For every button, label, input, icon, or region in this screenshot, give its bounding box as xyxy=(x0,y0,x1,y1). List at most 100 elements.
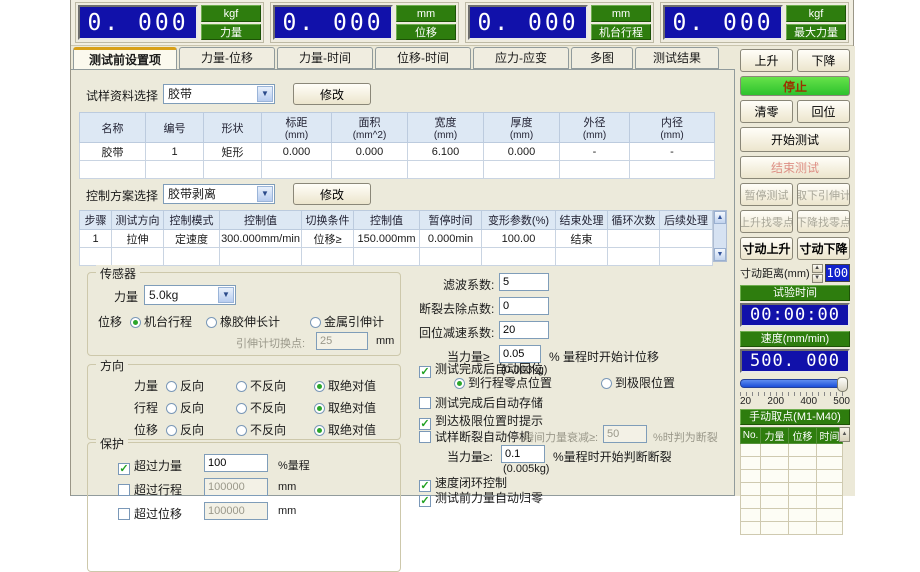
chevron-down-icon[interactable]: ▼ xyxy=(218,287,234,303)
radio-icon xyxy=(310,317,321,328)
opt-auto-save[interactable]: 测试完成后自动存储 xyxy=(419,394,543,411)
break-stop-input[interactable] xyxy=(603,425,647,443)
ext-switch-label: 引伸计切换点: xyxy=(236,335,305,351)
control-table-scrollbar[interactable]: ▲ ▼ xyxy=(713,210,727,262)
radio-machine-stroke[interactable]: 机台行程 xyxy=(130,313,192,330)
end-test-button[interactable]: 结束测试 xyxy=(740,156,850,179)
control-select-combo[interactable]: 胶带剥离 ▼ xyxy=(163,184,275,204)
radio-rubber-extensometer[interactable]: 橡胶伸长计 xyxy=(206,313,280,330)
sample-select-combo[interactable]: 胶带 ▼ xyxy=(163,84,275,104)
remove-extensometer-button[interactable]: 取下引伸计 xyxy=(797,183,850,206)
clear-zero-button[interactable]: 清零 xyxy=(740,100,793,123)
scroll-down-icon[interactable]: ▼ xyxy=(714,248,726,261)
protect-over-force[interactable]: ✓超过力量 xyxy=(118,457,182,475)
jog-up-button[interactable]: 寸动上升 xyxy=(740,237,793,260)
dir-disp-no-reverse[interactable]: 不反向 xyxy=(236,421,286,438)
break-stop-mid: 瞬间力量衰减≥: xyxy=(523,429,598,445)
opt-break-stop[interactable]: 试样断裂自动停机 xyxy=(419,428,531,445)
return-decel-input[interactable] xyxy=(499,321,549,339)
ext-switch-input[interactable] xyxy=(316,332,368,350)
pause-test-button[interactable]: 暂停测试 xyxy=(740,183,793,206)
dir-force-label: 力量 xyxy=(134,377,158,394)
force-sensor-combo[interactable]: 5.0kg ▼ xyxy=(144,285,236,305)
radio-selected-icon xyxy=(314,403,325,414)
stroke-display-group: 0. 000 mm 机台行程 xyxy=(465,2,654,43)
slider-thumb[interactable] xyxy=(837,377,848,392)
radio-return-limit[interactable]: 到极限位置 xyxy=(601,374,675,391)
tab-pretest-settings[interactable]: 测试前设置项 xyxy=(73,47,177,70)
slider-track[interactable] xyxy=(740,379,844,388)
manual-table-row xyxy=(741,470,843,483)
control-modify-button[interactable]: 修改 xyxy=(293,183,371,205)
tab-multi-chart[interactable]: 多图 xyxy=(571,47,633,69)
col-loop-count: 循环次数 xyxy=(608,211,660,230)
tab-force-displacement[interactable]: 力量-位移 xyxy=(179,47,275,69)
chevron-down-icon[interactable]: ▼ xyxy=(257,86,273,102)
sample-table-row[interactable]: 胶带1矩形 0.0000.0006.100 0.000-- xyxy=(80,143,715,161)
dir-stroke-no-reverse[interactable]: 不反向 xyxy=(236,399,286,416)
col-disp: 位移 xyxy=(789,428,817,444)
col-inner-dia: 内径(mm) xyxy=(630,113,715,143)
protect-over-stroke[interactable]: 超过行程 xyxy=(118,481,182,498)
checkbox-icon xyxy=(118,484,130,496)
protect-over-disp[interactable]: 超过位移 xyxy=(118,505,182,522)
col-thickness: 厚度(mm) xyxy=(484,113,560,143)
checkbox-checked-icon: ✓ xyxy=(419,495,431,507)
control-table: 步骤 测试方向 控制模式 控制值 切换条件 控制值 暂停时间 变形参数(%) 结… xyxy=(79,210,713,266)
sample-modify-button[interactable]: 修改 xyxy=(293,83,371,105)
manual-points-table: No. 力量 位移 时间 xyxy=(740,427,843,535)
start-test-button[interactable]: 开始测试 xyxy=(740,127,850,152)
jog-distance-value[interactable]: 100 xyxy=(825,264,850,282)
opt-auto-zero[interactable]: ✓测试前力量自动归零 xyxy=(419,489,543,507)
tab-displacement-time[interactable]: 位移-时间 xyxy=(375,47,471,69)
tab-test-results[interactable]: 测试结果 xyxy=(635,47,719,69)
break-remove-input[interactable] xyxy=(499,297,549,315)
over-stroke-unit: mm xyxy=(278,481,296,493)
tab-force-time[interactable]: 力量-时间 xyxy=(277,47,373,69)
filter-coef-input[interactable] xyxy=(499,273,549,291)
app-window: 0. 000 kgf 力量 0. 000 mm 位移 0. 000 mm 机台行… xyxy=(70,0,854,496)
radio-metal-extensometer[interactable]: 金属引伸计 xyxy=(310,313,384,330)
radio-icon xyxy=(601,378,612,389)
spin-up-icon[interactable]: ▲ xyxy=(812,264,823,273)
radio-selected-icon xyxy=(314,425,325,436)
stop-button[interactable]: 停止 xyxy=(740,76,850,96)
spin-down-icon[interactable]: ▼ xyxy=(812,274,823,283)
radio-return-zero[interactable]: 到行程零点位置 xyxy=(454,374,552,391)
test-time-value: 00:00:00 xyxy=(740,303,850,327)
chevron-down-icon[interactable]: ▼ xyxy=(257,186,273,202)
break-judge-input[interactable] xyxy=(501,445,545,463)
scroll-up-icon[interactable]: ▲ xyxy=(714,211,726,224)
tab-stress-strain[interactable]: 应力-应变 xyxy=(473,47,569,69)
stroke-label: 机台行程 xyxy=(591,24,651,41)
over-disp-input[interactable] xyxy=(204,502,268,520)
radio-selected-icon xyxy=(454,378,465,389)
down-button[interactable]: 下降 xyxy=(797,49,850,72)
stroke-unit: mm xyxy=(591,5,651,22)
manual-table-scroll-icon[interactable]: ▲ xyxy=(839,427,850,442)
control-table-row[interactable]: 1拉伸定速度 300.000mm/min位移≥150.000mm 0.000mi… xyxy=(80,230,713,248)
up-button[interactable]: 上升 xyxy=(740,49,793,72)
over-force-input[interactable] xyxy=(204,454,268,472)
dir-stroke-reverse[interactable]: 反向 xyxy=(166,399,204,416)
dir-force-no-reverse[interactable]: 不反向 xyxy=(236,377,286,394)
dir-force-absolute[interactable]: 取绝对值 xyxy=(314,377,376,394)
dir-stroke-absolute[interactable]: 取绝对值 xyxy=(314,399,376,416)
col-width: 宽度(mm) xyxy=(408,113,484,143)
dir-disp-absolute[interactable]: 取绝对值 xyxy=(314,421,376,438)
dir-disp-reverse[interactable]: 反向 xyxy=(166,421,204,438)
radio-icon xyxy=(166,425,177,436)
speed-value: 500. 000 xyxy=(740,349,850,373)
manual-table-row xyxy=(741,509,843,522)
col-pause-time: 暂停时间 xyxy=(420,211,482,230)
dir-force-reverse[interactable]: 反向 xyxy=(166,377,204,394)
up-find-zero-button[interactable]: 上升找零点 xyxy=(740,210,793,233)
col-area: 面积(mm^2) xyxy=(332,113,408,143)
jog-down-button[interactable]: 寸动下降 xyxy=(797,237,850,260)
down-find-zero-button[interactable]: 下降找零点 xyxy=(797,210,850,233)
checkbox-icon xyxy=(118,508,130,520)
return-button[interactable]: 回位 xyxy=(797,100,850,123)
jog-distance-stepper[interactable]: ▲▼ xyxy=(812,264,823,282)
speed-slider[interactable] xyxy=(740,377,850,390)
over-stroke-input[interactable] xyxy=(204,478,268,496)
